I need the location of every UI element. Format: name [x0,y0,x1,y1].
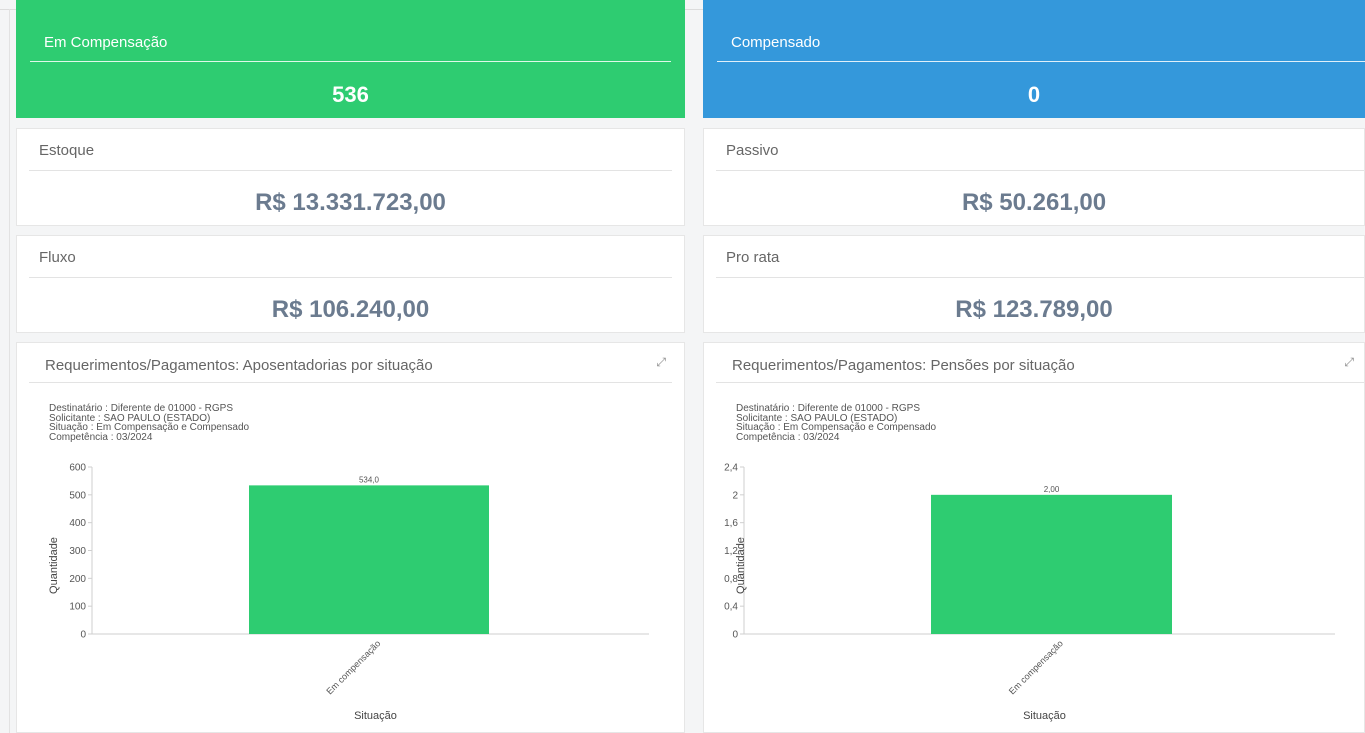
y-tick-label: 300 [69,546,86,557]
y-tick-label: 0 [732,630,738,641]
stat-value: 0 [1027,82,1041,107]
divider [717,61,1365,62]
stat-value: 536 [332,82,369,107]
data-label: 534,0 [359,475,380,484]
divider [29,277,672,278]
value-amount: R$ 50.261,00 [961,189,1107,216]
y-tick-label: 2,4 [724,463,738,474]
x-tick-label: Em compensação [1007,638,1065,696]
y-axis-title: Quantidade [735,537,747,594]
y-tick-label: 2 [732,490,738,501]
stat-card-em-compensacao: Em Compensação 536 [16,0,685,118]
x-axis-title: Situação [1023,710,1066,722]
stat-label: Compensado [731,34,821,51]
y-axis-title: Quantidade [48,537,60,594]
value-card-fluxo: Fluxo R$ 106.240,00 [16,235,685,333]
left-border [9,9,10,733]
value-card-pro-rata: Pro rata R$ 123.789,00 [703,235,1365,333]
value-label: Estoque [39,142,95,159]
divider [29,170,672,171]
divider [716,170,1364,171]
divider [716,277,1364,278]
y-tick-label: 400 [69,518,86,529]
value-label: Fluxo [39,249,76,266]
y-tick-label: 100 [69,602,86,613]
value-amount: R$ 13.331.723,00 [255,189,446,216]
stat-card-compensado: Compensado 0 [703,0,1365,118]
y-tick-label: 0 [80,630,86,641]
divider [30,61,671,62]
y-tick-label: 600 [69,463,86,474]
value-amount: R$ 106.240,00 [271,296,430,323]
data-label: 2,00 [1044,485,1060,494]
stat-label: Em Compensação [44,34,168,51]
bar-chart-aposentadorias: 0 100 200 300 400 500 600 534,0 Em compensação Si… [48,463,649,722]
x-axis-title: Situação [354,710,397,722]
x-tick-label: Em compensação [324,638,382,696]
y-tick-label: 500 [69,490,86,501]
value-amount: R$ 123.789,00 [955,296,1113,323]
bar-chart-pensoes: 00,40,81,21,622,42,00Em compensaçãoSitua… [724,463,1335,722]
value-card-estoque: Estoque R$ 13.331.723,00 [16,128,685,226]
value-label: Pro rata [726,249,780,266]
y-tick-label: 0,4 [724,602,738,613]
value-label: Passivo [726,142,779,159]
chart-card-pensoes: Requerimentos/Pagamentos: Pensões por si… [703,342,1365,733]
bar [931,494,1172,634]
y-tick-label: 1,6 [724,518,738,529]
value-card-passivo: Passivo R$ 50.261,00 [703,128,1365,226]
bar [249,485,489,634]
y-tick-label: 200 [69,574,86,585]
chart-card-aposentadorias: Requerimentos/Pagamentos: Aposentadorias… [16,342,685,733]
